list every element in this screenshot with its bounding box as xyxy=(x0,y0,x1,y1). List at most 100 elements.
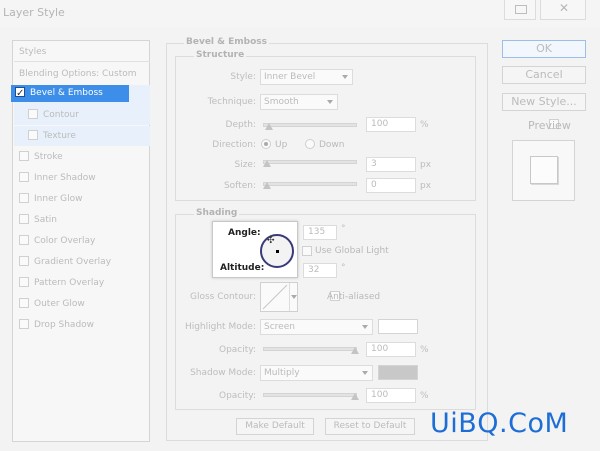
window-icon xyxy=(515,5,527,14)
soften-label: Soften: xyxy=(223,181,256,191)
texture-checkbox[interactable] xyxy=(28,129,38,140)
shadow-opacity-input[interactable]: 100 xyxy=(366,388,416,403)
technique-value: Smooth xyxy=(264,97,299,107)
angle-dial[interactable] xyxy=(260,234,294,268)
cancel-button[interactable]: Cancel xyxy=(502,66,586,84)
shadow-opacity-slider[interactable] xyxy=(263,393,357,397)
altitude-unit: ° xyxy=(341,263,346,273)
blending-options-item[interactable]: Blending Options: Custom xyxy=(14,64,150,84)
direction-label: Direction: xyxy=(212,140,256,150)
shadow-opacity-thumb[interactable] xyxy=(351,393,359,400)
drop-shadow-checkbox[interactable] xyxy=(19,318,29,329)
soften-slider-thumb[interactable] xyxy=(263,182,271,189)
style-item-inner-glow[interactable]: Inner Glow xyxy=(14,189,150,209)
altitude-input[interactable]: 32 xyxy=(303,263,337,278)
satin-checkbox[interactable] xyxy=(19,213,29,224)
bevel-emboss-item[interactable]: Bevel & Emboss xyxy=(11,85,129,102)
depth-slider-thumb[interactable] xyxy=(265,123,273,130)
size-unit: px xyxy=(420,160,432,170)
highlight-opacity-input[interactable]: 100 xyxy=(366,342,416,357)
global-light-label[interactable]: Use Global Light xyxy=(315,246,389,256)
stroke-checkbox[interactable] xyxy=(19,150,29,161)
angle-label: Angle: xyxy=(228,228,261,238)
angle-altitude-panel: Angle: Altitude: ✣ xyxy=(212,221,298,278)
bevel-emboss-checkbox[interactable] xyxy=(15,85,25,102)
pattern-overlay-checkbox[interactable] xyxy=(19,276,29,287)
contour-label: Contour xyxy=(43,110,79,120)
contour-item[interactable]: Contour xyxy=(14,105,150,125)
outer-glow-checkbox[interactable] xyxy=(19,297,29,308)
technique-select[interactable]: Smooth xyxy=(260,94,338,110)
style-item-stroke[interactable]: Stroke xyxy=(14,147,150,167)
angle-input[interactable]: 135 xyxy=(303,225,337,240)
pattern-overlay-label: Pattern Overlay xyxy=(34,278,105,288)
new-style-button[interactable]: New Style... xyxy=(502,93,586,111)
close-icon: ✕ xyxy=(559,1,570,15)
soften-slider[interactable] xyxy=(263,182,357,186)
chevron-down-icon xyxy=(342,75,348,79)
highlight-opacity-thumb[interactable] xyxy=(351,347,359,354)
bevel-emboss-label: Bevel & Emboss xyxy=(30,88,103,98)
shadow-mode-select[interactable]: Multiply xyxy=(260,365,373,381)
direction-up-radio[interactable] xyxy=(261,139,271,149)
chevron-down-icon xyxy=(362,371,368,375)
preview-label[interactable]: Preview xyxy=(528,119,571,132)
inner-shadow-label: Inner Shadow xyxy=(34,173,96,183)
restore-button[interactable] xyxy=(504,0,536,20)
styles-header[interactable]: Styles xyxy=(14,42,150,62)
close-button[interactable]: ✕ xyxy=(540,0,586,20)
depth-slider[interactable] xyxy=(263,123,357,127)
inner-glow-label: Inner Glow xyxy=(34,194,83,204)
make-default-button[interactable]: Make Default xyxy=(236,418,314,435)
style-item-satin[interactable]: Satin xyxy=(14,210,150,230)
ok-button[interactable]: OK xyxy=(502,40,586,58)
style-item-inner-shadow[interactable]: Inner Shadow xyxy=(14,168,150,188)
shadow-mode-label: Shadow Mode: xyxy=(190,368,256,378)
highlight-color-swatch[interactable] xyxy=(378,319,418,334)
global-light-checkbox[interactable] xyxy=(302,246,312,256)
watermark-logo: UiBQ.CoM xyxy=(430,408,569,439)
anti-aliased-label[interactable]: Anti-aliased xyxy=(327,292,380,302)
chevron-down-icon xyxy=(362,325,368,329)
shadow-mode-value: Multiply xyxy=(264,368,300,378)
depth-input[interactable]: 100 xyxy=(366,117,416,132)
size-label: Size: xyxy=(234,160,256,170)
soften-input[interactable]: 0 xyxy=(366,178,416,193)
direction-down-radio[interactable] xyxy=(305,139,315,149)
preview-swatch xyxy=(530,156,558,184)
shadow-color-swatch[interactable] xyxy=(378,365,418,380)
shading-title: Shading xyxy=(194,208,240,218)
highlight-opacity-label: Opacity: xyxy=(219,345,256,355)
color-overlay-checkbox[interactable] xyxy=(19,234,29,245)
size-slider[interactable] xyxy=(263,160,357,164)
chevron-down-icon[interactable] xyxy=(291,295,297,299)
angle-dial-center xyxy=(276,250,279,253)
style-item-gradient-overlay[interactable]: Gradient Overlay xyxy=(14,252,150,272)
size-input[interactable]: 3 xyxy=(366,157,416,172)
stroke-label: Stroke xyxy=(34,152,63,162)
style-item-pattern-overlay[interactable]: Pattern Overlay xyxy=(14,273,150,293)
style-value: Inner Bevel xyxy=(264,72,316,82)
inner-shadow-checkbox[interactable] xyxy=(19,171,29,182)
direction-down-label[interactable]: Down xyxy=(319,140,345,150)
style-item-color-overlay[interactable]: Color Overlay xyxy=(14,231,150,251)
inner-glow-checkbox[interactable] xyxy=(19,192,29,203)
contour-checkbox[interactable] xyxy=(28,108,38,119)
altitude-label: Altitude: xyxy=(220,263,265,273)
gloss-contour-picker[interactable] xyxy=(260,282,298,312)
shadow-opacity-unit: % xyxy=(420,391,429,401)
texture-item[interactable]: Texture xyxy=(14,126,150,146)
size-slider-thumb[interactable] xyxy=(263,160,271,167)
highlight-mode-select[interactable]: Screen xyxy=(260,319,373,335)
gloss-contour-label: Gloss Contour: xyxy=(189,292,256,302)
highlight-opacity-slider[interactable] xyxy=(263,347,357,351)
shadow-opacity-label: Opacity: xyxy=(219,391,256,401)
style-item-outer-glow[interactable]: Outer Glow xyxy=(14,294,150,314)
contour-preview-icon xyxy=(262,284,288,310)
reset-to-default-button[interactable]: Reset to Default xyxy=(325,418,415,435)
gradient-overlay-checkbox[interactable] xyxy=(19,255,29,266)
direction-up-label[interactable]: Up xyxy=(275,140,287,150)
color-overlay-label: Color Overlay xyxy=(34,236,96,246)
style-item-drop-shadow[interactable]: Drop Shadow xyxy=(14,315,150,335)
style-select[interactable]: Inner Bevel xyxy=(260,69,353,85)
